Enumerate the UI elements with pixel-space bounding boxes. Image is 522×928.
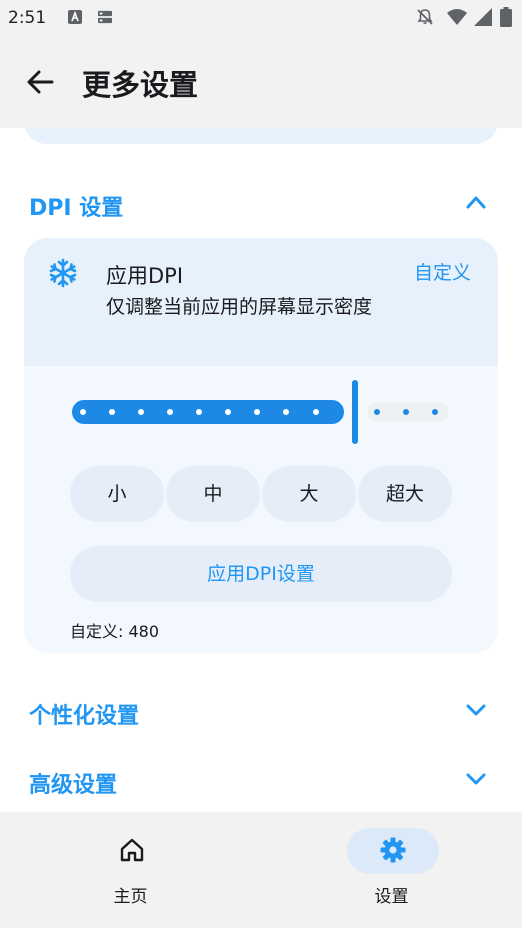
app-dpi-title: 应用DPI xyxy=(106,264,184,288)
chevron-down-icon[interactable] xyxy=(466,772,486,786)
slider-handle[interactable] xyxy=(352,380,358,444)
personalization-section-title: 个性化设置 xyxy=(29,704,140,729)
nav-home[interactable]: 主页 xyxy=(0,812,261,928)
server-status-icon xyxy=(98,10,112,24)
apply-dpi-button[interactable]: 应用DPI设置 xyxy=(70,546,452,602)
dpi-card: 应用DPI 仅调整当前应用的屏幕显示密度 自定义 小 中 大 超大 应用DPI设… xyxy=(24,238,498,653)
slider-tick xyxy=(196,409,202,415)
slider-tick xyxy=(283,409,289,415)
slider-tick xyxy=(167,409,173,415)
slider-tick xyxy=(403,409,409,415)
slider-tick xyxy=(225,409,231,415)
slider-tick xyxy=(374,409,380,415)
settings-content[interactable]: DPI 设置 应用DPI 仅调整当前应用的屏幕显示密度 自定义 小 中 大 超大… xyxy=(0,128,522,812)
nav-home-label: 主页 xyxy=(113,887,148,907)
home-icon[interactable] xyxy=(118,836,146,864)
slider-tick xyxy=(254,409,260,415)
slider-tick xyxy=(432,409,438,415)
slider-tick xyxy=(80,409,86,415)
advanced-section-title: 高级设置 xyxy=(29,773,118,798)
custom-dpi-value: 自定义: 480 xyxy=(70,622,160,641)
personalization-section-header[interactable]: 个性化设置 xyxy=(0,686,522,736)
size-medium-button[interactable]: 中 xyxy=(166,466,260,522)
app-dpi-description: 仅调整当前应用的屏幕显示密度 xyxy=(106,296,373,318)
status-bar: 2:51 xyxy=(0,0,522,34)
custom-dpi-link[interactable]: 自定义 xyxy=(414,258,471,285)
nav-settings-label: 设置 xyxy=(374,887,409,907)
dpi-section-title: DPI 设置 xyxy=(29,196,124,221)
app-bar: 更多设置 xyxy=(0,34,522,128)
battery-icon xyxy=(500,7,512,27)
keyboard-status-icon xyxy=(68,10,82,24)
size-large-button[interactable]: 大 xyxy=(262,466,356,522)
back-arrow-icon[interactable] xyxy=(26,68,54,96)
bottom-navigation: 主页 设置 xyxy=(0,812,522,928)
page-title: 更多设置 xyxy=(82,68,199,102)
status-time: 2:51 xyxy=(8,8,47,28)
previous-section-card xyxy=(24,128,498,144)
snowflake-icon xyxy=(49,258,77,288)
chevron-down-icon[interactable] xyxy=(466,703,486,717)
slider-tick xyxy=(313,409,319,415)
slider-tick xyxy=(138,409,144,415)
nav-settings[interactable]: 设置 xyxy=(261,812,522,928)
advanced-section-header[interactable]: 高级设置 xyxy=(0,755,522,805)
dpi-section-header[interactable]: DPI 设置 xyxy=(0,178,522,228)
size-small-button[interactable]: 小 xyxy=(70,466,164,522)
size-xlarge-button[interactable]: 超大 xyxy=(358,466,452,522)
wifi-icon xyxy=(447,9,467,25)
dpi-card-header: 应用DPI 仅调整当前应用的屏幕显示密度 自定义 xyxy=(24,238,498,366)
chevron-up-icon[interactable] xyxy=(466,195,486,209)
gear-icon[interactable] xyxy=(379,836,407,864)
signal-icon xyxy=(474,8,492,26)
notifications-off-icon xyxy=(417,9,433,25)
slider-tick xyxy=(109,409,115,415)
